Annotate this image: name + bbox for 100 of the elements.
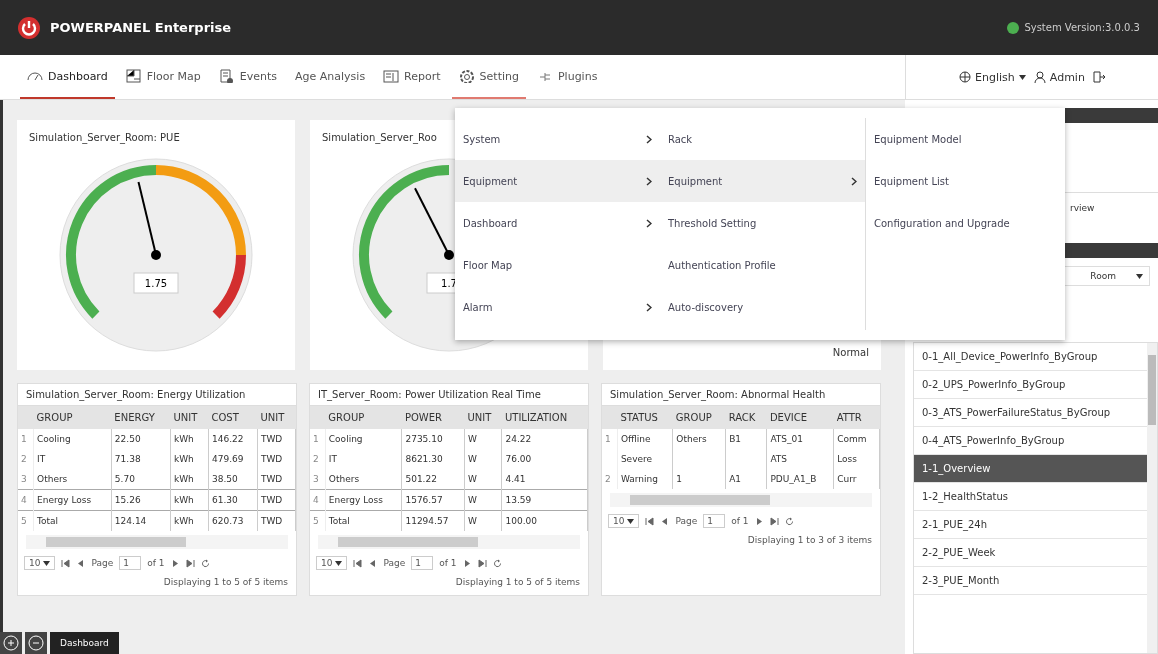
table-cell: 8621.30 [405, 454, 443, 464]
table-cell: 2735.10 [405, 434, 443, 444]
nav-tab[interactable]: Plugins [529, 55, 605, 99]
table-cell: W [468, 474, 477, 484]
row-number: 3 [21, 474, 27, 484]
table-cell: Energy Loss [328, 495, 383, 505]
menu-item[interactable]: System [455, 118, 660, 160]
column-header: UNIT [260, 412, 285, 423]
horizontal-scrollbar[interactable] [26, 535, 288, 549]
page-size-select[interactable]: 10 [608, 514, 640, 528]
caret-icon [335, 560, 343, 566]
remove-icon[interactable] [25, 632, 47, 654]
previous-page-icon[interactable] [660, 516, 670, 526]
menu-item[interactable]: Dashboard [455, 202, 660, 244]
menu-item[interactable]: Auto-discovery [660, 286, 865, 328]
caret-icon [43, 560, 51, 566]
refresh-icon[interactable] [492, 558, 502, 568]
next-page-icon[interactable] [754, 516, 764, 526]
value-box [133, 272, 179, 294]
table-cell: TWD [260, 495, 283, 505]
menu-item[interactable]: Configuration and Upgrade [866, 202, 1065, 244]
column-header: ATTR [836, 412, 862, 423]
page-size-select[interactable]: 10 [316, 556, 348, 570]
table-cell: W [468, 434, 477, 444]
first-page-icon[interactable] [645, 516, 655, 526]
menu-item[interactable]: Equipment Model [866, 118, 1065, 160]
table-cell: ATS_01 [770, 434, 804, 444]
nav-tab[interactable]: Events [211, 55, 284, 99]
language-selector[interactable]: English [959, 70, 1026, 84]
user-icon [1033, 71, 1046, 83]
row-number: 4 [21, 495, 27, 505]
horizontal-scrollbar[interactable] [610, 493, 872, 507]
table-cell: Total [37, 516, 59, 526]
menu-item[interactable]: Authentication Profile [660, 244, 865, 286]
table-cell: TWD [260, 516, 283, 526]
previous-page-icon[interactable] [368, 558, 378, 568]
version-text: System Version:3.0.0.3 [1024, 22, 1140, 33]
first-page-icon[interactable] [61, 558, 71, 568]
table-cell: B1 [729, 434, 742, 444]
next-page-icon[interactable] [462, 558, 472, 568]
row-number: 1 [21, 434, 27, 444]
dashboard-tab[interactable]: Dashboard [50, 632, 119, 654]
table-cell: 501.22 [405, 474, 437, 484]
menu-item[interactable]: Alarm [455, 286, 660, 328]
list-item[interactable]: 1-1_Overview [914, 455, 1147, 483]
next-page-icon[interactable] [170, 558, 180, 568]
table-cell: 22.50 [114, 434, 141, 444]
table-cell: Curr [837, 474, 857, 484]
last-page-icon[interactable] [185, 558, 195, 568]
scrollbar[interactable] [1147, 343, 1157, 653]
first-page-icon[interactable] [353, 558, 363, 568]
page-count: of 1 [731, 516, 749, 526]
menu-item[interactable]: Equipment List [866, 160, 1065, 202]
refresh-icon[interactable] [784, 516, 794, 526]
report-icon [383, 69, 400, 83]
column-header: UNIT [467, 412, 492, 423]
previous-page-icon[interactable] [76, 558, 86, 568]
nav-tab[interactable]: Floor Map [118, 55, 208, 99]
page-size-select[interactable]: 10 [24, 556, 56, 570]
page-field[interactable]: 1 [119, 556, 142, 570]
menu-item[interactable]: Equipment [660, 160, 865, 202]
table-cell: 1576.57 [405, 495, 443, 505]
nav-tab[interactable]: Report [376, 55, 448, 99]
page-field[interactable]: 1 [703, 514, 726, 528]
table-cell: 1 [676, 474, 683, 484]
menu-item[interactable]: Equipment [455, 160, 660, 202]
pagination-summary: Displaying 1 to 5 of 5 items [454, 576, 581, 589]
table-cell: Energy Loss [37, 495, 92, 505]
user-link[interactable]: Admin [1033, 70, 1085, 84]
page-label: Page [675, 516, 698, 526]
column-header: DEVICE [769, 412, 807, 423]
row-number: 4 [313, 495, 319, 505]
logout-icon[interactable] [1092, 71, 1105, 83]
row-number: 1 [313, 434, 319, 444]
column-header: RACK [728, 412, 756, 423]
last-page-icon[interactable] [769, 516, 779, 526]
column-header: GROUP [675, 412, 712, 423]
nav-tab[interactable]: Age Analysis [288, 55, 373, 99]
table-cell: kWh [173, 434, 194, 444]
table-cell: kWh [173, 495, 194, 505]
refresh-icon[interactable] [200, 558, 210, 568]
last-page-icon[interactable] [477, 558, 487, 568]
horizontal-scrollbar[interactable] [318, 535, 580, 549]
menu-item[interactable]: Rack [660, 118, 865, 160]
menu-item[interactable]: Threshold Setting [660, 202, 865, 244]
table-cell: 620.73 [211, 516, 244, 526]
menu-item[interactable]: Floor Map [455, 244, 660, 286]
row-number: 2 [605, 474, 611, 484]
table-cell: Comm [837, 434, 867, 444]
chevron-icon [646, 302, 652, 312]
row-number: 2 [21, 454, 27, 464]
table-cell: W [468, 454, 477, 464]
table-cell: Severe [620, 454, 653, 464]
table-cell: ATS [770, 454, 788, 464]
add-icon[interactable] [0, 632, 22, 654]
table-cell: Cooling [37, 434, 71, 444]
page-field[interactable]: 1 [411, 556, 434, 570]
column-header: GROUP [36, 412, 73, 423]
table-cell: 5.70 [114, 474, 135, 484]
table-cell: Loss [837, 454, 857, 464]
